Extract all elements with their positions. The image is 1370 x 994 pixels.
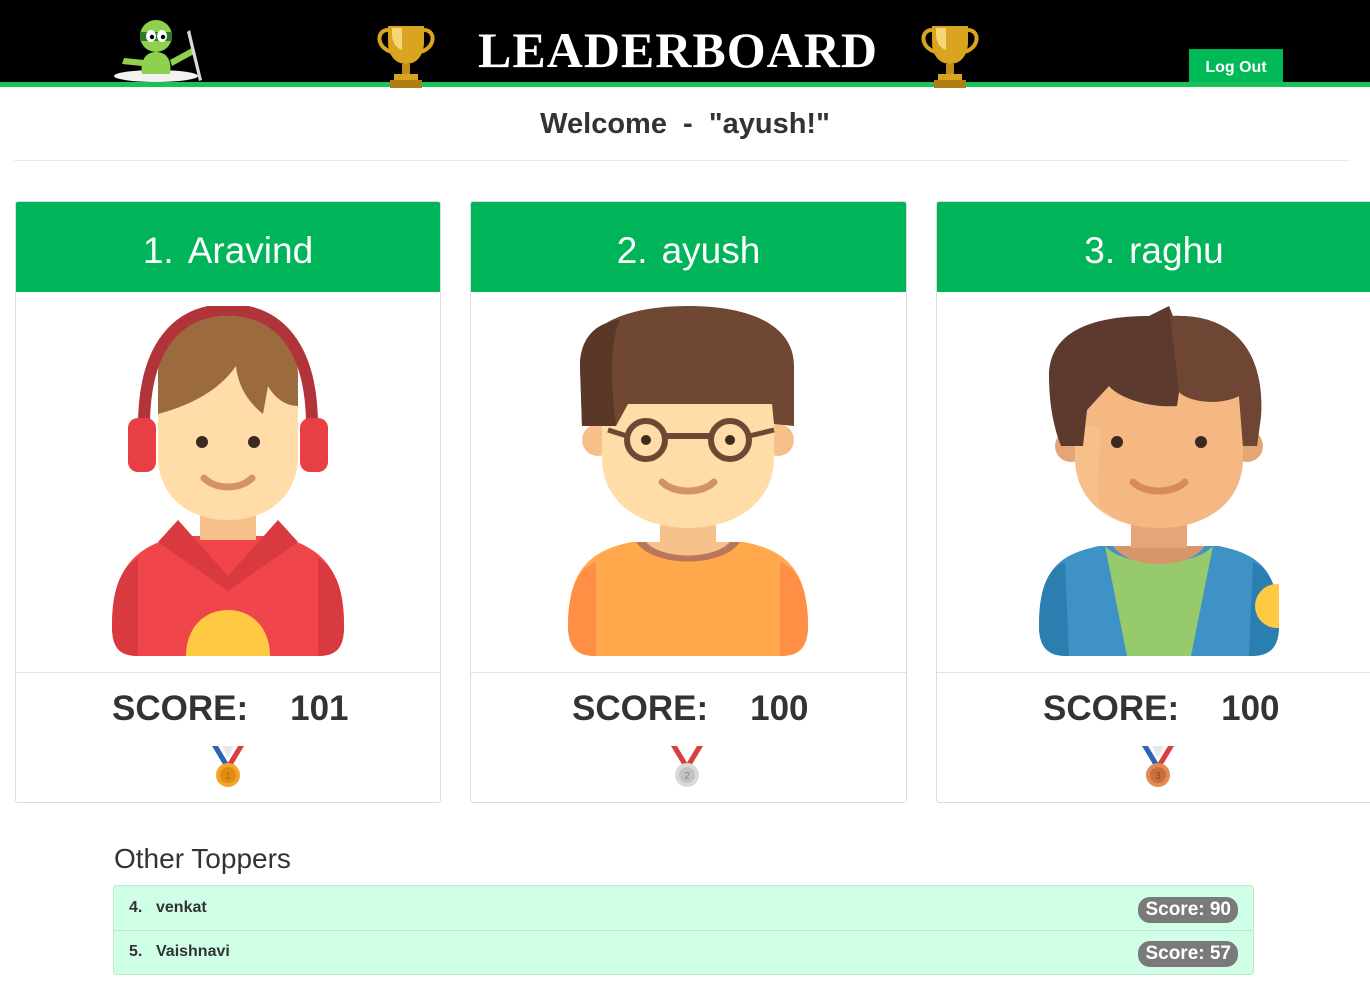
card-separator <box>471 672 906 673</box>
silver-medal-icon: 2 <box>671 746 703 787</box>
leader-card-1: 1. Aravind SCORE: 101 1 <box>15 201 441 803</box>
trophy-right-icon <box>921 26 979 88</box>
leader-name: Aravind <box>187 230 314 271</box>
score-label: SCORE: <box>572 689 709 728</box>
list-item-rank: 4. <box>129 899 143 916</box>
list-item-name: Vaishnavi <box>156 943 230 960</box>
leader-rank: 1. <box>142 230 174 271</box>
welcome-prefix: Welcome - <box>540 108 709 140</box>
leader-card-3: 3. raghu SCORE: 100 3 <box>936 201 1370 803</box>
medal-number: 2 <box>684 771 690 782</box>
list-item: 5. Vaishnavi Score: 57 <box>114 930 1253 974</box>
bronze-medal-icon: 3 <box>1142 746 1174 787</box>
page-title: LEADERBOARD <box>478 22 878 78</box>
leader-card-header: 2. ayush <box>471 202 906 292</box>
ninja-mascot-icon <box>114 20 202 82</box>
boy-headphones-avatar-icon <box>112 306 344 656</box>
card-separator <box>937 672 1370 673</box>
logout-button[interactable]: Log Out <box>1189 49 1283 82</box>
score-line: SCORE: 100 <box>1043 684 1280 734</box>
score-value: 100 <box>750 689 809 728</box>
boy-glasses-avatar-icon <box>568 306 808 656</box>
leader-card-2: 2. ayush SCORE: 100 2 <box>470 201 907 803</box>
welcome-message: Welcome - "ayush!" <box>0 104 1370 144</box>
score-value: 101 <box>290 689 349 728</box>
leader-card-header: 3. raghu <box>937 202 1370 292</box>
boy-jacket-avatar-icon <box>1039 306 1279 656</box>
score-label: SCORE: <box>1043 689 1180 728</box>
score-value: 100 <box>1221 689 1280 728</box>
other-toppers-list: 4. venkat Score: 90 5. Vaishnavi Score: … <box>113 885 1254 975</box>
score-line: SCORE: 100 <box>572 684 809 734</box>
card-separator <box>16 672 440 673</box>
leader-rank: 2. <box>616 230 648 271</box>
score-label: SCORE: <box>112 689 249 728</box>
score-badge: Score: 90 <box>1138 897 1238 923</box>
list-item: 4. venkat Score: 90 <box>114 886 1253 931</box>
trophy-left-icon <box>377 26 435 88</box>
list-item-rank: 5. <box>129 943 143 960</box>
medal-number: 1 <box>225 771 231 782</box>
score-badge: Score: 57 <box>1138 941 1238 967</box>
leader-rank: 3. <box>1084 230 1116 271</box>
score-line: SCORE: 101 <box>112 684 349 734</box>
welcome-divider <box>14 160 1350 161</box>
other-toppers-heading: Other Toppers <box>114 843 291 874</box>
welcome-user: "ayush!" <box>708 108 830 140</box>
medal-number: 3 <box>1155 771 1161 782</box>
leader-name: raghu <box>1129 230 1224 271</box>
gold-medal-icon: 1 <box>212 746 244 787</box>
leader-name: ayush <box>661 230 761 271</box>
list-item-name: venkat <box>156 899 207 916</box>
leader-card-header: 1. Aravind <box>16 202 440 292</box>
